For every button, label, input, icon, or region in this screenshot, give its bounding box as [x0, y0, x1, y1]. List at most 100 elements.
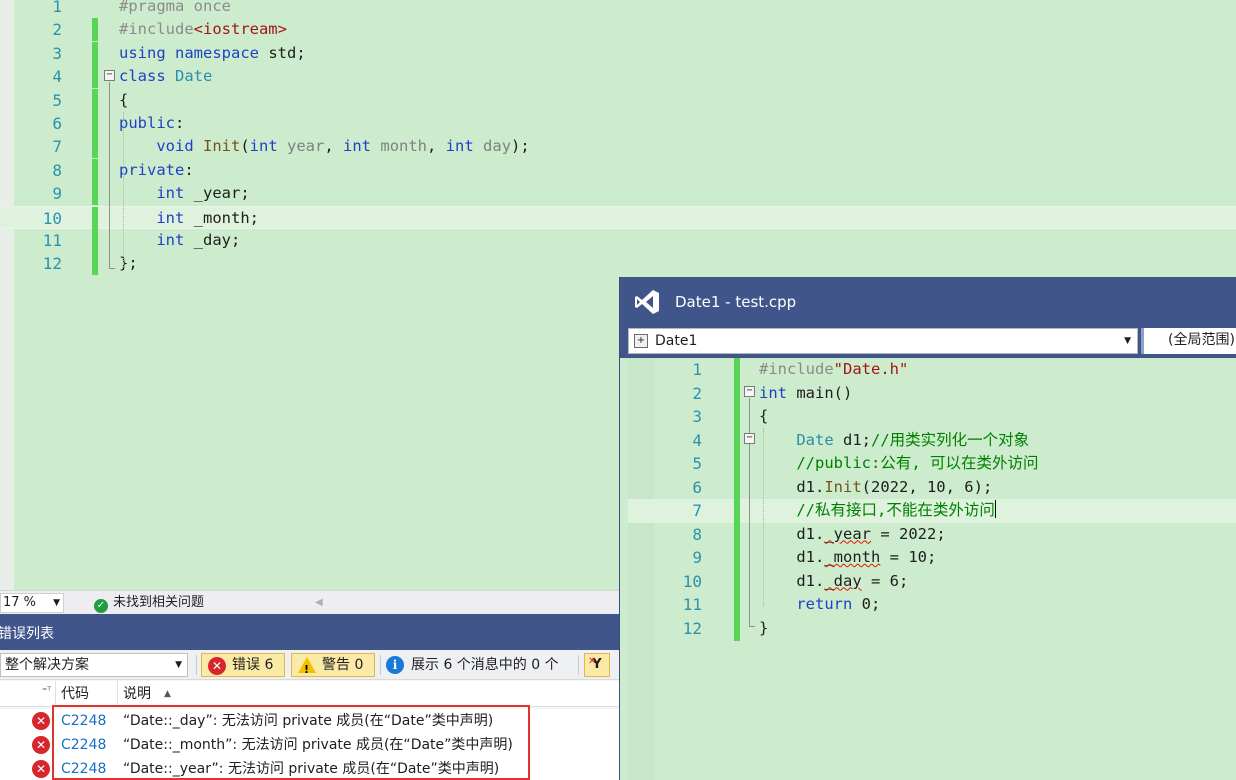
messages-label: 展示 6 个消息中的 0 个: [411, 657, 559, 673]
code-line: 11 int _day;: [0, 229, 1236, 252]
column-divider[interactable]: [55, 681, 56, 707]
code-line: 11 return 0;: [628, 593, 1236, 617]
clear-filter-button[interactable]: ✕ Y: [584, 653, 610, 677]
code-text: int _month;: [119, 207, 259, 230]
errors-filter-button[interactable]: ✕ 错误 6: [201, 653, 285, 677]
warnings-filter-button[interactable]: 警告 0: [291, 653, 375, 681]
code-token: d1.: [759, 524, 825, 543]
line-number: 1: [692, 360, 702, 379]
change-marker: [92, 18, 98, 42]
code-line: 12};: [0, 252, 1236, 276]
code-text: int _day;: [119, 229, 240, 252]
change-marker: [92, 135, 98, 159]
code-token: int: [759, 383, 787, 402]
change-marker: [734, 616, 740, 641]
code-token: _day: [824, 571, 862, 590]
code-token: #include: [119, 20, 194, 39]
error-code-link[interactable]: C2248: [61, 709, 106, 733]
floating-editor-window[interactable]: Date1 - test.cpp + Date1 ▼ (全局范围) 1 #incl…: [619, 277, 1236, 780]
code-text: void Init(int year, int month, int day);: [119, 135, 529, 158]
column-filter-icon[interactable]: ⁼ᵀ: [42, 679, 51, 705]
sort-ascending-icon: ▲: [164, 689, 171, 699]
member-scope-dropdown[interactable]: (全局范围): [1141, 328, 1236, 354]
code-token: {: [119, 90, 129, 109]
code-token: int: [156, 184, 185, 203]
issues-text: 未找到相关问题: [113, 595, 205, 610]
collapse-icon[interactable]: −: [744, 433, 755, 444]
code-line: 9 int _year;: [0, 182, 1236, 206]
zoom-value: 17 %: [3, 595, 37, 610]
code-token: _day;: [184, 231, 241, 249]
line-number: 1: [52, 0, 62, 16]
error-row[interactable]: ✕ C2248 “Date::_month”: 无法访问 private 成员(在“…: [0, 733, 620, 757]
code-token: int: [343, 137, 372, 156]
toolbar-divider: [380, 655, 381, 675]
code-line: 4 class Date: [0, 65, 1236, 89]
chevron-down-icon: ▼: [1124, 336, 1131, 346]
change-marker: [734, 522, 740, 547]
error-description: “Date::_year”: 无法访问 private 成员(在“Date”类中…: [123, 761, 500, 777]
scroll-left-icon[interactable]: ◀: [315, 594, 323, 612]
column-divider[interactable]: [117, 681, 118, 707]
line-number: 11: [42, 231, 62, 250]
code-token: return: [796, 595, 853, 613]
code-text: private:: [119, 159, 194, 182]
code-text: #pragma once: [119, 0, 231, 18]
code-token: Init: [824, 477, 862, 496]
code-token: d1.: [759, 548, 825, 566]
line-number: 6: [692, 477, 702, 497]
column-header-description[interactable]: 说明: [123, 681, 151, 707]
collapse-icon[interactable]: −: [744, 386, 755, 397]
change-marker: [734, 428, 740, 453]
change-marker: [734, 499, 740, 523]
project-scope-dropdown[interactable]: + Date1 ▼: [628, 328, 1138, 354]
issues-indicator[interactable]: ✓ 未找到相关问题: [94, 594, 204, 613]
column-header-code[interactable]: 代码: [61, 681, 89, 707]
collapse-icon[interactable]: −: [104, 70, 115, 81]
chevron-down-icon: ▼: [175, 660, 182, 670]
messages-filter-button[interactable]: i 展示 6 个消息中的 0 个: [386, 653, 559, 677]
code-line: 5 //public:公有, 可以在类外访问: [628, 452, 1236, 476]
error-code-link[interactable]: C2248: [61, 757, 106, 780]
code-token: {: [759, 407, 769, 425]
line-number: 7: [692, 501, 702, 520]
error-row[interactable]: ✕ C2248 “Date::_day”: 无法访问 private 成员(在“Da…: [0, 709, 620, 733]
code-text: }: [759, 617, 768, 641]
window-titlebar[interactable]: Date1 - test.cpp: [620, 277, 1236, 326]
line-number: 3: [52, 43, 62, 63]
errors-label: 错误 6: [232, 657, 274, 673]
error-code-link[interactable]: C2248: [61, 733, 106, 757]
source-code-editor[interactable]: 1 #include"Date.h" 2 int main() 3{4 Date d1;…: [628, 358, 1236, 780]
zoom-dropdown[interactable]: 17 % ▼: [0, 593, 64, 613]
code-token: Init: [203, 137, 241, 156]
code-line: 6 d1.Init(2022, 10, 6);: [628, 475, 1236, 500]
code-token: //私有接口,不能在类外访问: [796, 501, 995, 519]
code-token: = 6;: [861, 571, 909, 590]
code-token: month: [380, 137, 428, 156]
code-text: //私有接口,不能在类外访问: [759, 499, 996, 523]
code-token: int: [249, 137, 278, 156]
line-number: 3: [692, 407, 702, 426]
info-icon: i: [386, 656, 404, 674]
code-token: };: [119, 254, 138, 273]
line-number: 2: [52, 20, 62, 40]
window-title: Date1 - test.cpp: [675, 293, 797, 311]
code-token: int: [156, 208, 185, 227]
line-number: 12: [42, 254, 62, 274]
code-token: year: [287, 137, 325, 156]
code-text: class Date: [119, 65, 212, 88]
code-line: 7 //私有接口,不能在类外访问: [628, 499, 1236, 523]
scope-dropdown[interactable]: 整个解决方案 ▼: [0, 653, 188, 677]
error-row[interactable]: ✕ C2248 “Date::_year”: 无法访问 private 成员(在“D…: [0, 757, 620, 780]
code-token: (: [240, 137, 250, 156]
code-token: d1.: [759, 571, 825, 590]
code-token: int: [445, 137, 474, 156]
error-list-panel: 错误列表 整个解决方案 ▼ ✕ 错误 6 警告 0 i 展示 6 个消息中的 0…: [0, 614, 620, 780]
indent-guide: [123, 112, 124, 267]
